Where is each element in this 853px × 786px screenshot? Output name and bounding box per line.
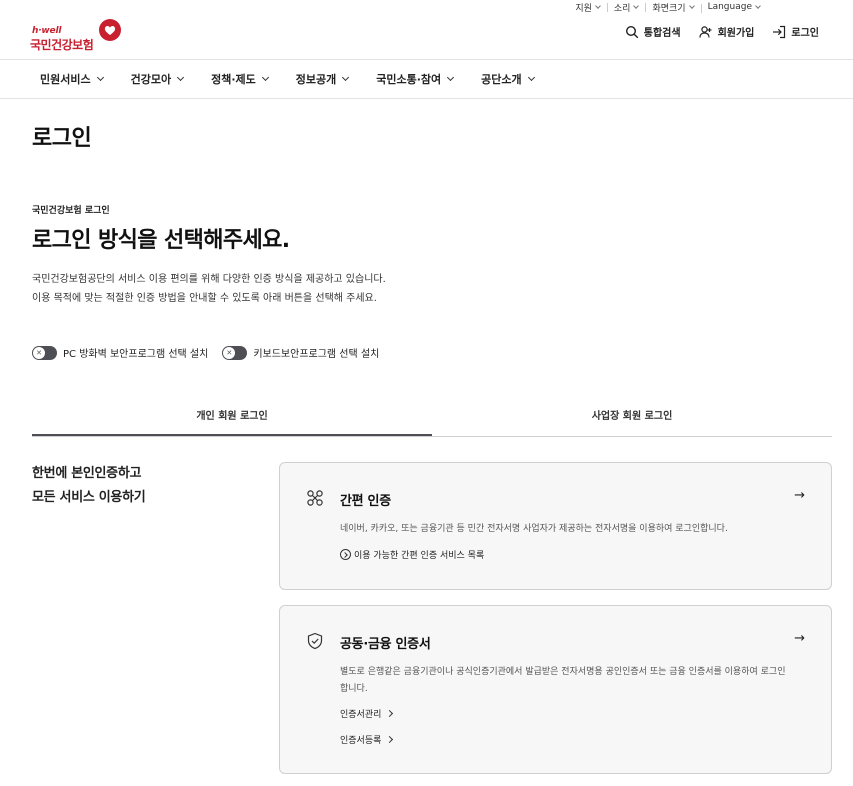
add-user-icon xyxy=(698,25,712,38)
simple-auth-desc: 네이버, 카카오, 또는 금융기관 등 민간 전자서명 사업자가 제공하는 전자… xyxy=(340,524,728,534)
chevron-down-icon xyxy=(96,73,104,82)
certificate-desc: 별도로 은행같은 금융기관이나 공식인증기관에서 발급받은 전자서명용 공인인증… xyxy=(340,667,786,694)
logo-hwell: h·well xyxy=(32,26,62,36)
chevron-right-icon xyxy=(386,735,394,744)
login-button[interactable]: 로그인 xyxy=(772,24,819,39)
certificate-card[interactable]: 공동·금융 인증서 → 별도로 은행같은 금융기관이나 공식인증기관에서 발급받… xyxy=(279,605,832,774)
main-heading: 로그인 방식을 선택해주세요. xyxy=(32,228,290,253)
utility-bar: 지원 소리 화면크기 Language xyxy=(568,0,767,14)
search-icon xyxy=(625,25,639,38)
login-icon xyxy=(773,25,786,38)
simple-auth-title: 간편 인증 xyxy=(340,494,391,509)
login-type-tabs: 개인 회원 로그인 사업장 회원 로그인 xyxy=(32,398,832,437)
chevron-down-icon xyxy=(755,2,761,9)
certificate-manage-link[interactable]: 인증서관리 xyxy=(340,707,394,720)
chevron-down-icon xyxy=(261,73,269,82)
certificate-register-link[interactable]: 인증서등록 xyxy=(340,733,394,746)
security-toggles: ✕ PC 방화벽 보안프로그램 선택 설치 ✕ 키보드보안프로그램 선택 설치 xyxy=(32,345,379,360)
intro-description: 국민건강보험공단의 서비스 이용 편의를 위해 다양한 인증 방식을 제공하고 … xyxy=(32,274,386,304)
arrow-right-icon: → xyxy=(794,631,805,646)
close-icon: ✕ xyxy=(223,346,236,359)
simple-auth-card[interactable]: 간편 인증 → 네이버, 카카오, 또는 금융기관 등 민간 전자서명 사업자가… xyxy=(279,462,832,590)
section-sub-label: 국민건강보험 로그인 xyxy=(32,206,110,216)
certificate-title: 공동·금융 인증서 xyxy=(340,637,431,652)
toggle-switch[interactable]: ✕ xyxy=(32,345,57,360)
site-logo[interactable]: h·well 국민건강보험 xyxy=(30,18,126,52)
page-title: 로그인 xyxy=(32,126,92,151)
chevron-right-icon xyxy=(386,709,394,718)
simple-auth-service-list-link[interactable]: 이용 가능한 간편 인증 서비스 목록 xyxy=(340,548,484,561)
utility-language[interactable]: Language xyxy=(700,2,767,13)
chevron-down-icon xyxy=(688,2,695,9)
nav-civil-service[interactable]: 민원서비스 xyxy=(40,71,104,87)
shield-check-icon xyxy=(307,632,323,650)
chevron-circle-icon xyxy=(340,549,351,560)
tab-personal-login[interactable]: 개인 회원 로그인 xyxy=(32,398,432,436)
header-actions: 통합검색 회원가입 로그인 xyxy=(625,24,819,39)
utility-support[interactable]: 지원 xyxy=(568,1,607,14)
nav-policy[interactable]: 정책·제도 xyxy=(211,71,269,87)
chevron-down-icon xyxy=(595,2,601,9)
logo-text: 국민건강보험 xyxy=(30,38,94,52)
simple-auth-icon xyxy=(307,490,323,506)
heart-logo-icon xyxy=(99,19,121,41)
tab-business-login[interactable]: 사업장 회원 로그인 xyxy=(432,398,832,436)
utility-screen-size[interactable]: 화면크기 xyxy=(645,1,700,14)
signup-button[interactable]: 회원가입 xyxy=(698,24,754,39)
main-navigation: 민원서비스 건강모아 정책·제도 정보공개 국민소통·참여 공단소개 xyxy=(0,59,853,99)
utility-sound[interactable]: 소리 xyxy=(606,1,646,14)
nav-communication[interactable]: 국민소통·참여 xyxy=(376,71,455,87)
promo-copy: 한번에 본인인증하고 모든 서비스 이용하기 xyxy=(32,466,146,505)
toggle-switch[interactable]: ✕ xyxy=(222,345,248,360)
nav-info-disclosure[interactable]: 정보공개 xyxy=(296,71,350,87)
chevron-down-icon xyxy=(527,73,535,82)
firewall-toggle[interactable]: ✕ PC 방화벽 보안프로그램 선택 설치 xyxy=(32,345,208,360)
nav-health-moa[interactable]: 건강모아 xyxy=(131,71,185,87)
chevron-down-icon xyxy=(447,73,455,82)
arrow-right-icon: → xyxy=(794,488,805,503)
close-icon: ✕ xyxy=(33,346,45,359)
nav-about[interactable]: 공단소개 xyxy=(481,71,535,87)
chevron-down-icon xyxy=(177,73,185,82)
keyboard-security-toggle[interactable]: ✕ 키보드보안프로그램 선택 설치 xyxy=(222,345,379,360)
chevron-down-icon xyxy=(633,2,640,9)
chevron-down-icon xyxy=(342,73,350,82)
integrated-search-button[interactable]: 통합검색 xyxy=(625,24,681,39)
